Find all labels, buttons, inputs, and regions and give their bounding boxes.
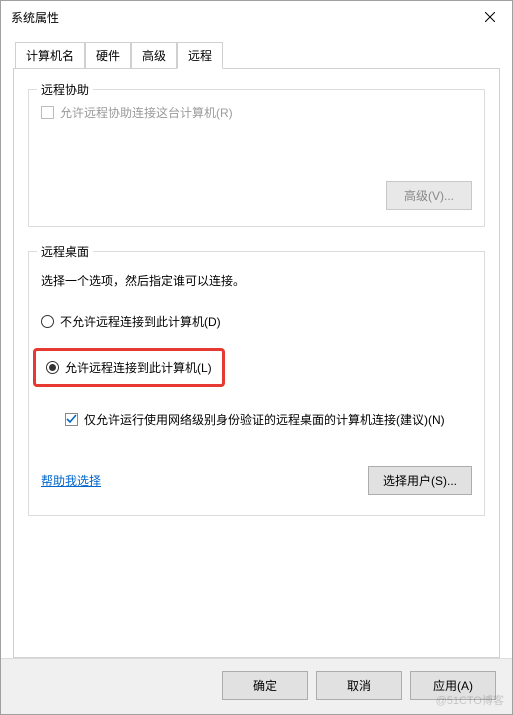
close-button[interactable] (467, 1, 512, 33)
help-choose-link[interactable]: 帮助我选择 (41, 472, 101, 489)
remote-assist-checkbox-row: 允许远程协助连接这台计算机(R) (41, 104, 472, 121)
apply-button[interactable]: 应用(A) (410, 671, 496, 700)
dialog-footer: 确定 取消 应用(A) (1, 658, 512, 714)
content-area: 计算机名 硬件 高级 远程 远程协助 允许远程协助连接这台计算机(R) 高级(V… (1, 33, 512, 658)
ok-button[interactable]: 确定 (222, 671, 308, 700)
nla-checkbox-row: 仅允许运行使用网络级别身份验证的远程桌面的计算机连接(建议)(N) (65, 411, 472, 430)
cancel-button[interactable]: 取消 (316, 671, 402, 700)
remote-desktop-title: 远程桌面 (37, 243, 93, 260)
radio-disallow-label: 不允许远程连接到此计算机(D) (60, 313, 221, 330)
select-users-button[interactable]: 选择用户(S)... (368, 466, 472, 495)
radio-disallow[interactable] (41, 315, 54, 328)
remote-assist-checkbox-label: 允许远程协助连接这台计算机(R) (60, 104, 233, 121)
nla-checkbox[interactable] (65, 413, 78, 426)
tab-remote[interactable]: 远程 (177, 42, 223, 69)
radio-allow-label: 允许远程连接到此计算机(L) (65, 359, 212, 376)
tab-computer-name[interactable]: 计算机名 (15, 42, 85, 69)
remote-assist-btn-row: 高级(V)... (41, 181, 472, 210)
remote-assist-checkbox[interactable] (41, 106, 54, 119)
check-icon (66, 414, 77, 425)
tab-hardware[interactable]: 硬件 (85, 42, 131, 69)
tab-advanced[interactable]: 高级 (131, 42, 177, 69)
remote-tab-panel: 远程协助 允许远程协助连接这台计算机(R) 高级(V)... 远程桌面 选择一个… (13, 68, 500, 658)
tab-strip: 计算机名 硬件 高级 远程 (13, 42, 500, 69)
remote-assist-group: 远程协助 允许远程协助连接这台计算机(R) 高级(V)... (28, 89, 485, 227)
remote-assist-title: 远程协助 (37, 81, 93, 98)
titlebar: 系统属性 (1, 1, 512, 33)
remote-desktop-bottom-row: 帮助我选择 选择用户(S)... (41, 466, 472, 495)
radio-disallow-row[interactable]: 不允许远程连接到此计算机(D) (41, 313, 472, 330)
radio-allow-highlight: 允许远程连接到此计算机(L) (33, 348, 225, 387)
close-icon (485, 12, 495, 22)
remote-assist-advanced-button[interactable]: 高级(V)... (386, 181, 472, 210)
remote-desktop-group: 远程桌面 选择一个选项，然后指定谁可以连接。 不允许远程连接到此计算机(D) 允… (28, 251, 485, 516)
window-title: 系统属性 (11, 9, 59, 26)
radio-allow[interactable] (46, 361, 59, 374)
nla-checkbox-label: 仅允许运行使用网络级别身份验证的远程桌面的计算机连接(建议)(N) (84, 411, 445, 430)
remote-desktop-instruction: 选择一个选项，然后指定谁可以连接。 (41, 272, 472, 289)
